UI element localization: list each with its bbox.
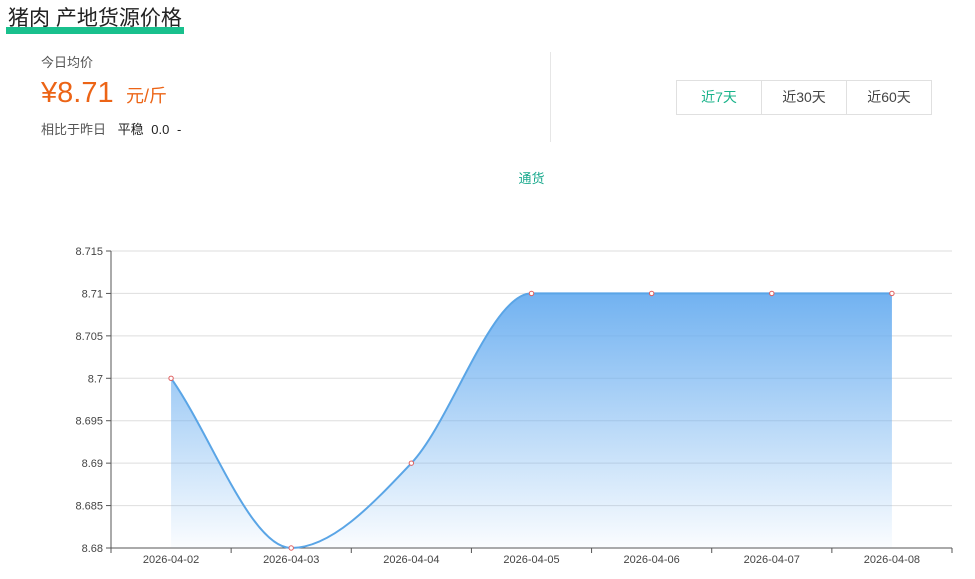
data-point	[288, 545, 294, 551]
x-tick-label: 2026-04-02	[143, 554, 199, 566]
data-point	[528, 290, 535, 297]
x-tick-label: 2026-04-07	[744, 554, 800, 566]
y-tick-label: 8.7	[88, 373, 103, 385]
price-chart: 8.68 8.685 8.69 8.695 8.7 8.705 8.71 8.715 2026-…	[75, 246, 953, 566]
x-tick-label: 2026-04-03	[263, 554, 319, 566]
x-tick-label: 2026-04-05	[503, 554, 559, 566]
data-point	[889, 290, 895, 297]
y-tick-label: 8.715	[75, 246, 103, 258]
data-point	[648, 290, 655, 297]
y-tick-label: 8.69	[82, 458, 103, 470]
data-point	[408, 460, 415, 466]
y-tick-label: 8.71	[82, 288, 103, 300]
y-tick-label: 8.695	[75, 416, 103, 428]
y-tick-label: 8.705	[75, 331, 103, 343]
data-point	[168, 375, 174, 381]
y-tick-label: 8.68	[82, 543, 103, 555]
y-tick-label: 8.685	[75, 501, 103, 513]
x-tick-label: 2026-04-04	[383, 554, 439, 566]
data-point	[769, 290, 775, 297]
x-tick-label: 2026-04-08	[864, 554, 920, 566]
x-tick-label: 2026-04-06	[624, 554, 680, 566]
